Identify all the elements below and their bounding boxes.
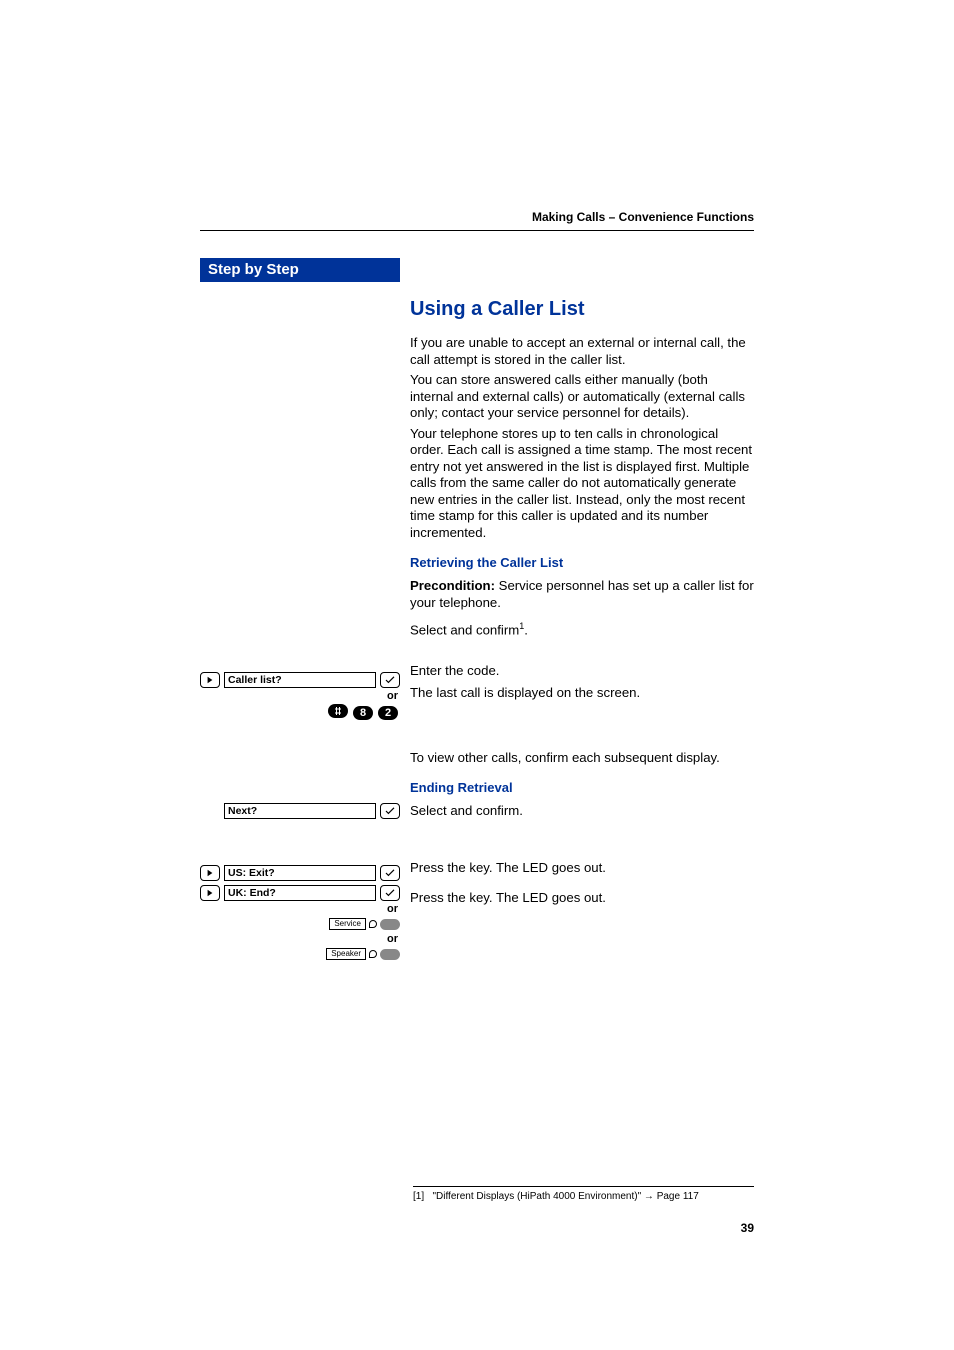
prompt-label: Next? xyxy=(224,803,376,819)
key-2: 2 xyxy=(378,706,398,720)
nav-arrow-icon xyxy=(200,885,220,901)
prompt-next: Next? xyxy=(200,802,400,820)
hw-key-button-icon xyxy=(380,949,400,960)
hw-key-speaker-row: Speaker xyxy=(200,946,400,962)
footnote: [1] "Different Displays (HiPath 4000 Env… xyxy=(413,1186,754,1202)
check-icon xyxy=(380,865,400,881)
check-icon xyxy=(380,885,400,901)
page-container: Making Calls – Convenience Functions Ste… xyxy=(0,0,954,1350)
precondition: Precondition: Service personnel has set … xyxy=(410,578,754,611)
nav-arrow-icon xyxy=(200,865,220,881)
footnote-marker: 1 xyxy=(519,621,524,631)
hw-key-button-icon xyxy=(380,919,400,930)
header-breadcrumb: Making Calls – Convenience Functions xyxy=(532,210,754,224)
step-by-step-banner: Step by Step xyxy=(200,258,400,282)
prompt-label: Caller list? xyxy=(224,672,376,688)
instr-text: Select and confirm xyxy=(410,622,519,637)
check-icon xyxy=(380,672,400,688)
nav-arrow-icon xyxy=(200,672,220,688)
footnote-page-ref: Page 117 xyxy=(657,1191,699,1202)
instruction-select-confirm: Select and confirm1. xyxy=(410,621,754,639)
hw-key-service-label: Service xyxy=(329,918,366,930)
instruction-view-other: To view other calls, confirm each subseq… xyxy=(410,750,754,767)
or-label: or xyxy=(200,689,400,703)
intro-paragraph-1: If you are unable to accept an external … xyxy=(410,335,754,368)
check-icon xyxy=(380,803,400,819)
arrow-icon: → xyxy=(644,1191,654,1202)
content-area: Step by Step Caller list? or xyxy=(200,258,754,962)
spacer xyxy=(410,830,754,860)
key-hash xyxy=(328,704,348,718)
prompt-exit-uk: UK: End? xyxy=(200,884,400,902)
led-icon xyxy=(369,920,377,928)
footnote-number: [1] xyxy=(413,1191,424,1202)
footnote-text: "Different Displays (HiPath 4000 Environ… xyxy=(432,1191,643,1202)
spacer xyxy=(410,712,754,750)
instruction-last-call: The last call is displayed on the screen… xyxy=(410,685,754,702)
instruction-enter-code: Enter the code. xyxy=(410,663,754,680)
spacer xyxy=(410,649,754,663)
key-8: 8 xyxy=(353,706,373,720)
hw-key-speaker-label: Speaker xyxy=(326,948,366,960)
hw-key-service-row: Service xyxy=(200,916,400,932)
spacer xyxy=(200,820,400,862)
precondition-label: Precondition: xyxy=(410,578,495,593)
header-rule xyxy=(200,230,754,231)
spacer xyxy=(200,720,400,800)
or-label: or xyxy=(200,902,400,916)
subheading-retrieving: Retrieving the Caller List xyxy=(410,555,754,570)
prompt-label: US: Exit? xyxy=(224,865,376,881)
instruction-select-confirm-2: Select and confirm. xyxy=(410,803,754,820)
intro-paragraph-2: You can store answered calls either manu… xyxy=(410,372,754,422)
instruction-press-key-1: Press the key. The LED goes out. xyxy=(410,860,754,877)
page-number: 39 xyxy=(741,1221,754,1235)
instruction-press-key-2: Press the key. The LED goes out. xyxy=(410,890,754,907)
or-label: or xyxy=(200,932,400,946)
sidebar-stack: Caller list? or 8 2 xyxy=(200,282,400,962)
intro-paragraph-3: Your telephone stores up to ten calls in… xyxy=(410,426,754,542)
led-icon xyxy=(369,950,377,958)
code-keys-row: 8 2 xyxy=(200,703,400,720)
sidebar: Step by Step Caller list? or xyxy=(200,258,400,962)
spacer xyxy=(200,282,400,669)
section-title: Using a Caller List xyxy=(410,298,754,321)
prompt-caller-list: Caller list? xyxy=(200,671,400,689)
main-content: Using a Caller List If you are unable to… xyxy=(400,258,754,962)
prompt-exit-us: US: Exit? xyxy=(200,864,400,882)
subheading-ending: Ending Retrieval xyxy=(410,780,754,795)
prompt-label: UK: End? xyxy=(224,885,376,901)
